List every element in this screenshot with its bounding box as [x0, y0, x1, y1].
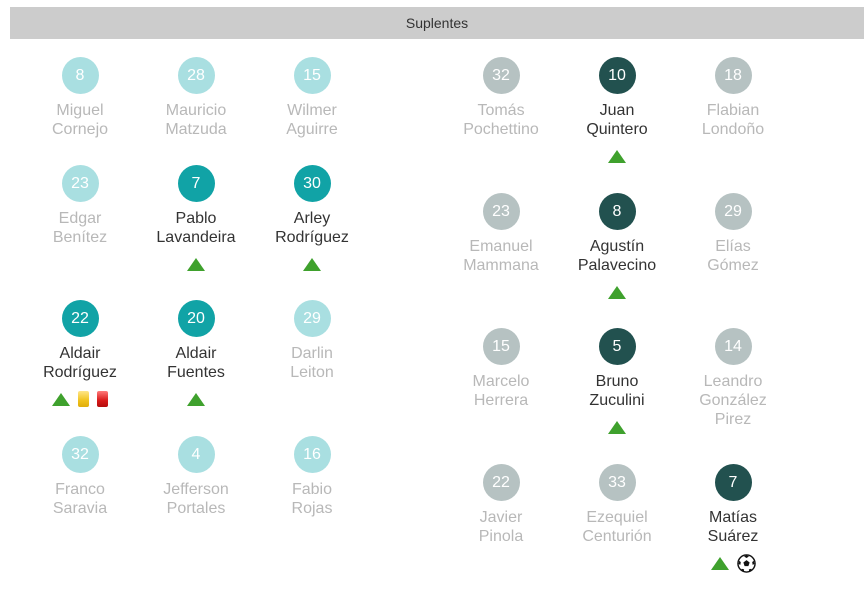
player-name: Jefferson Portales [163, 481, 229, 517]
player-name: Elías Gómez [707, 238, 759, 274]
player-name: Mauricio Matzuda [165, 102, 227, 138]
player-card[interactable]: 15 Marcelo Herrera [451, 328, 551, 410]
player-card[interactable]: 14 Leandro González Pirez [683, 328, 783, 429]
player-name: Aldair Fuentes [167, 345, 225, 381]
player-card[interactable]: 22 Javier Pinola [451, 464, 551, 546]
player-card[interactable]: 29 Darlin Leiton [262, 300, 362, 382]
player-name: Juan Quintero [586, 102, 648, 138]
yellow-card-icon [78, 391, 89, 407]
shirt-number-badge: 7 [714, 464, 752, 501]
shirt-number-badge: 30 [293, 165, 331, 202]
shirt-number-badge: 22 [482, 464, 520, 501]
shirt-number-badge: 7 [177, 165, 215, 202]
match-events [262, 255, 362, 273]
shirt-number-badge: 29 [714, 193, 752, 230]
player-name: Ezequiel Centurión [582, 509, 652, 545]
match-events [146, 390, 246, 408]
substitution-in-icon [608, 149, 626, 163]
goal-ball-icon [736, 553, 756, 573]
shirt-number-badge: 10 [598, 57, 636, 94]
substitutes-title: Suplentes [405, 15, 469, 31]
player-card[interactable]: 28 Mauricio Matzuda [146, 57, 246, 139]
substitution-in-icon [187, 257, 205, 271]
player-name: Emanuel Mammana [463, 238, 539, 274]
shirt-number-badge: 22 [61, 300, 99, 337]
shirt-number-badge: 16 [293, 436, 331, 473]
player-card[interactable]: 23 Edgar Benítez [30, 165, 130, 247]
substitution-in-icon [303, 257, 321, 271]
player-card[interactable]: 32 Franco Saravia [30, 436, 130, 518]
substitution-in-icon [187, 392, 205, 406]
match-events [683, 553, 783, 573]
player-name: Javier Pinola [478, 509, 524, 545]
player-card[interactable]: 16 Fabio Rojas [262, 436, 362, 518]
player-card[interactable]: 30 Arley Rodríguez [262, 165, 362, 273]
match-events [146, 255, 246, 273]
player-name: Aldair Rodríguez [43, 345, 117, 381]
player-name: Flabian Londoño [701, 102, 765, 138]
player-card[interactable]: 4 Jefferson Portales [146, 436, 246, 518]
shirt-number-badge: 15 [293, 57, 331, 94]
shirt-number-badge: 23 [61, 165, 99, 202]
substitutes-header: Suplentes [10, 7, 864, 39]
player-name: Darlin Leiton [290, 345, 334, 381]
shirt-number-badge: 32 [61, 436, 99, 473]
player-card[interactable]: 32 Tomás Pochettino [451, 57, 551, 139]
player-card[interactable]: 7 Matías Suárez [683, 464, 783, 573]
substitution-in-icon [52, 392, 70, 406]
match-events [567, 147, 667, 165]
player-name: Fabio Rojas [291, 481, 333, 517]
shirt-number-badge: 33 [598, 464, 636, 501]
player-name: Marcelo Herrera [472, 373, 530, 409]
shirt-number-badge: 15 [482, 328, 520, 365]
match-events [567, 283, 667, 301]
player-card[interactable]: 15 Wilmer Aguirre [262, 57, 362, 139]
shirt-number-badge: 14 [714, 328, 752, 365]
player-card[interactable]: 8 Miguel Cornejo [30, 57, 130, 139]
shirt-number-badge: 8 [598, 193, 636, 230]
player-card[interactable]: 29 Elías Gómez [683, 193, 783, 275]
shirt-number-badge: 8 [61, 57, 99, 94]
shirt-number-badge: 23 [482, 193, 520, 230]
substitution-in-icon [608, 420, 626, 434]
player-card[interactable]: 22 Aldair Rodríguez [30, 300, 130, 408]
shirt-number-badge: 5 [598, 328, 636, 365]
shirt-number-badge: 29 [293, 300, 331, 337]
player-name: Arley Rodríguez [275, 210, 349, 246]
player-name: Wilmer Aguirre [286, 102, 338, 138]
player-card[interactable]: 5 Bruno Zuculini [567, 328, 667, 436]
player-card[interactable]: 20 Aldair Fuentes [146, 300, 246, 408]
shirt-number-badge: 20 [177, 300, 215, 337]
player-card[interactable]: 33 Ezequiel Centurión [567, 464, 667, 546]
player-name: Edgar Benítez [52, 210, 108, 246]
match-events [567, 418, 667, 436]
shirt-number-badge: 28 [177, 57, 215, 94]
shirt-number-badge: 4 [177, 436, 215, 473]
substitution-in-icon [608, 285, 626, 299]
player-card[interactable]: 10 Juan Quintero [567, 57, 667, 165]
player-name: Bruno Zuculini [589, 373, 645, 409]
player-card[interactable]: 18 Flabian Londoño [683, 57, 783, 139]
player-name: Leandro González Pirez [699, 373, 767, 428]
player-name: Matías Suárez [707, 509, 759, 545]
shirt-number-badge: 18 [714, 57, 752, 94]
player-name: Pablo Lavandeira [156, 210, 236, 246]
player-card[interactable]: 23 Emanuel Mammana [451, 193, 551, 275]
player-name: Miguel Cornejo [51, 102, 109, 138]
substitution-in-icon [710, 556, 729, 570]
player-name: Agustín Palavecino [577, 238, 657, 274]
match-events [30, 390, 130, 408]
player-card[interactable]: 7 Pablo Lavandeira [146, 165, 246, 273]
shirt-number-badge: 32 [482, 57, 520, 94]
player-name: Tomás Pochettino [463, 102, 539, 138]
player-name: Franco Saravia [52, 481, 108, 517]
player-card[interactable]: 8 Agustín Palavecino [567, 193, 667, 301]
red-card-icon [97, 391, 108, 407]
